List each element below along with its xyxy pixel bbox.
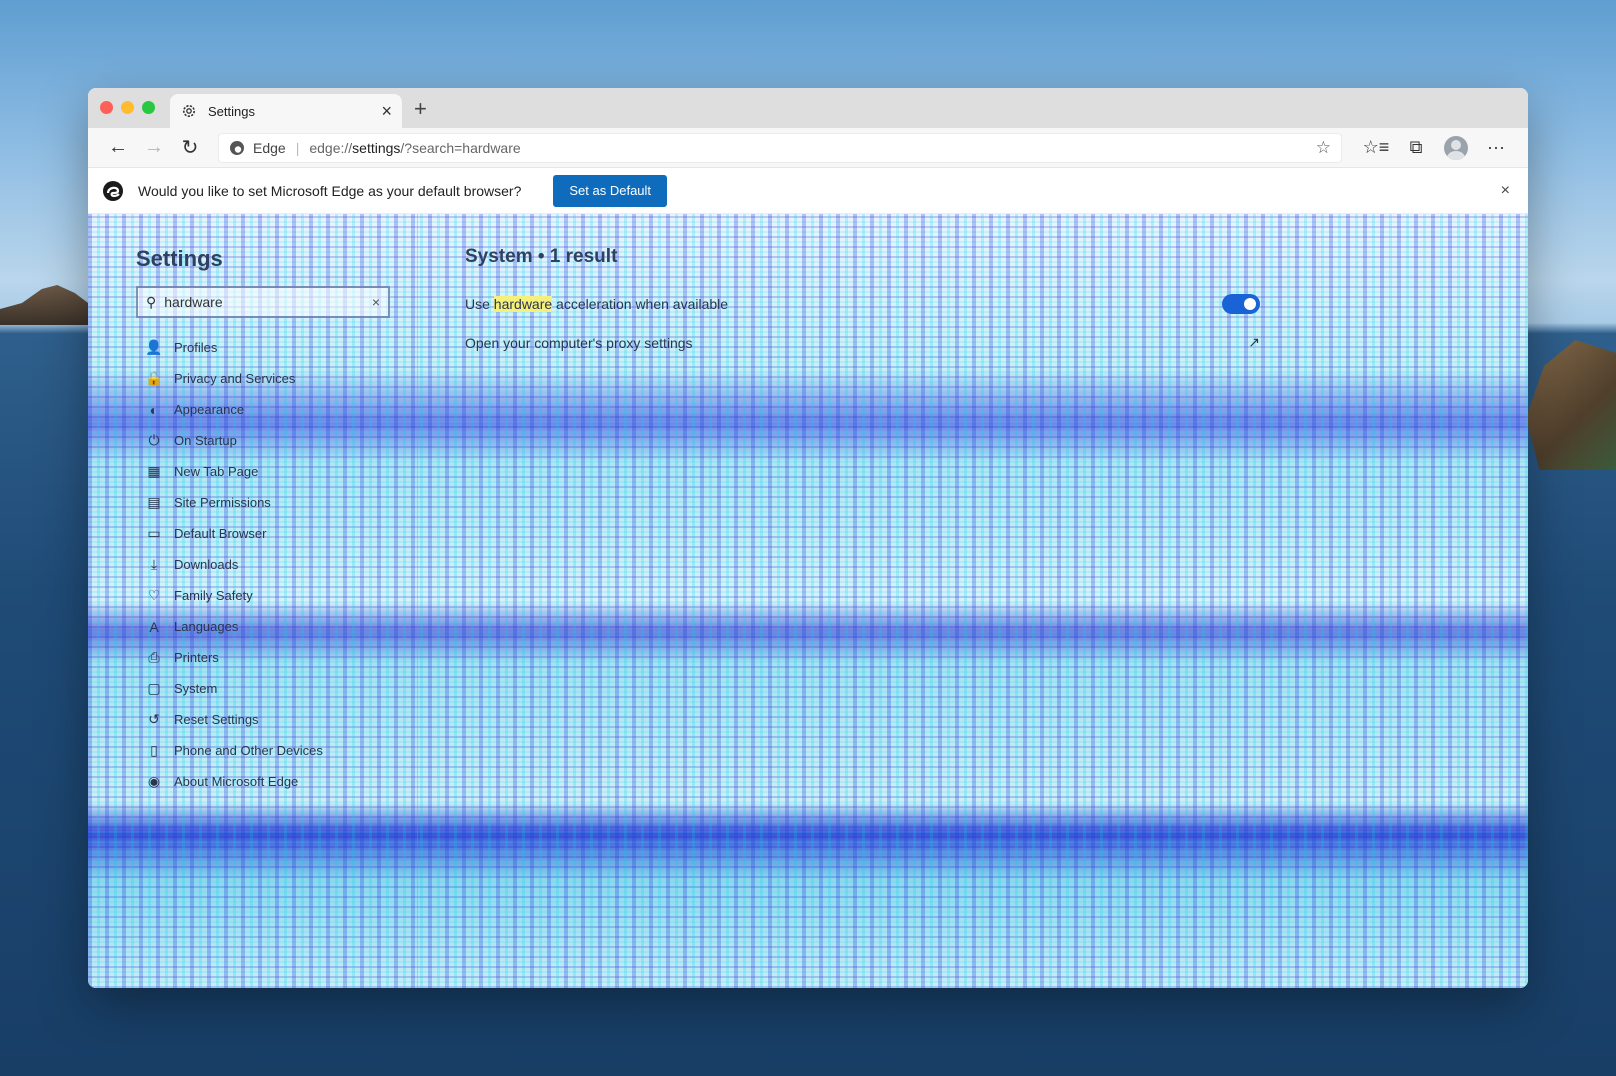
sidebar-item-label: Printers: [174, 650, 219, 665]
favorite-star-icon[interactable]: ☆: [1316, 138, 1331, 158]
sidebar-item-label: Reset Settings: [174, 712, 259, 727]
reset-icon: ↺: [148, 711, 160, 727]
grid-icon: ▦: [147, 463, 161, 479]
tab-strip: Settings × +: [88, 88, 1528, 128]
sidebar-item-system[interactable]: ▢ System: [144, 673, 323, 704]
avatar: [1444, 135, 1468, 160]
default-browser-infobar: Would you like to set Microsoft Edge as …: [88, 168, 1528, 214]
close-infobar-icon[interactable]: ×: [1501, 182, 1514, 200]
sidebar-item-on-startup[interactable]: ⏻ On Startup: [144, 425, 323, 456]
profile-icon: 👤: [145, 339, 163, 355]
sidebar-item-about-edge[interactable]: ◉ About Microsoft Edge: [144, 766, 323, 797]
edge-logo-icon: [102, 180, 124, 202]
sidebar-item-label: Privacy and Services: [174, 371, 296, 386]
new-tab-button[interactable]: +: [414, 96, 427, 128]
printer-icon: ⎙: [148, 649, 160, 665]
search-value: hardware: [164, 294, 223, 310]
sidebar-item-printers[interactable]: ⎙ Printers: [144, 642, 323, 673]
settings-sidebar: Settings ⚲ hardware × 👤 Profiles 🔒 Privacy…: [88, 214, 418, 988]
maximize-window-button[interactable]: [142, 101, 155, 114]
sidebar-item-reset-settings[interactable]: ↺ Reset Settings: [144, 704, 323, 735]
edge-logo-icon: [229, 140, 245, 156]
favorites-list-icon[interactable]: ☆≡: [1356, 132, 1396, 164]
sidebar-item-label: Family Safety: [174, 588, 253, 603]
settings-page: Settings ⚲ hardware × 👤 Profiles 🔒 Privacy…: [88, 214, 1528, 988]
back-button[interactable]: ←: [100, 132, 136, 164]
minimize-window-button[interactable]: [121, 101, 134, 114]
address-separator: |: [295, 139, 300, 156]
sidebar-item-phone-devices[interactable]: ▯ Phone and Other Devices: [144, 735, 323, 766]
site-label: Edge: [253, 139, 286, 156]
settings-nav: 👤 Profiles 🔒 Privacy and Services ◐ Appeara…: [144, 332, 323, 797]
sidebar-item-site-permissions[interactable]: ▤ Site Permissions: [144, 487, 323, 518]
family-icon: ♡: [147, 587, 161, 603]
collections-icon[interactable]: ⧉: [1396, 132, 1436, 164]
infobar-message: Would you like to set Microsoft Edge as …: [138, 182, 522, 199]
sidebar-item-label: Site Permissions: [174, 495, 271, 510]
system-icon: ▢: [147, 680, 161, 696]
search-icon: ⚲: [146, 293, 157, 310]
sidebar-item-label: System: [174, 681, 218, 696]
url-path: /?search=hardware: [400, 139, 521, 156]
proxy-settings-label: Open your computer's proxy settings: [465, 334, 693, 351]
sidebar-item-label: About Microsoft Edge: [174, 774, 299, 789]
address-toolbar: ← → ↻ Edge | edge://settings/?search=har…: [88, 128, 1528, 168]
edge-logo-icon: ◉: [147, 773, 161, 789]
refresh-button[interactable]: ↻: [172, 132, 208, 164]
profile-button[interactable]: [1436, 132, 1476, 164]
download-icon: ⤓: [150, 556, 158, 572]
browser-window: Settings × + ← → ↻ Edge | edge://setting…: [88, 88, 1528, 988]
hardware-acceleration-row: Use hardware acceleration when available: [465, 294, 1260, 314]
permissions-icon: ▤: [147, 494, 161, 510]
sidebar-item-family-safety[interactable]: ♡ Family Safety: [144, 580, 323, 611]
phone-icon: ▯: [150, 742, 158, 758]
sidebar-item-default-browser[interactable]: ▭ Default Browser: [144, 518, 323, 549]
forward-button[interactable]: →: [136, 132, 172, 164]
sidebar-item-languages[interactable]: A Languages: [144, 611, 323, 642]
sidebar-item-appearance[interactable]: ◐ Appearance: [144, 394, 323, 425]
settings-results: System • 1 result Use hardware accelerat…: [465, 214, 1528, 988]
lock-icon: 🔒: [145, 370, 163, 386]
palette-icon: ◐: [149, 401, 159, 418]
power-icon: ⏻: [148, 432, 160, 448]
hardware-acceleration-label: Use hardware acceleration when available: [465, 296, 1222, 312]
sidebar-item-label: Profiles: [174, 340, 218, 355]
address-bar[interactable]: Edge | edge://settings/?search=hardware …: [218, 132, 1342, 163]
proxy-settings-row[interactable]: Open your computer's proxy settings ↗: [465, 334, 1260, 351]
url-prefix: edge://: [309, 139, 353, 156]
sidebar-item-privacy[interactable]: 🔒 Privacy and Services: [144, 363, 323, 394]
external-link-icon[interactable]: ↗: [1248, 334, 1260, 351]
browser-icon: ▭: [147, 525, 161, 541]
page-title: Settings: [136, 246, 223, 271]
tab-title: Settings: [208, 103, 255, 119]
sidebar-item-label: Default Browser: [174, 526, 267, 541]
sidebar-item-profiles[interactable]: 👤 Profiles: [144, 332, 323, 363]
set-as-default-button[interactable]: Set as Default: [553, 174, 668, 207]
url-host: settings: [352, 139, 401, 156]
search-highlight: hardware: [493, 296, 553, 312]
gear-icon: [180, 102, 198, 120]
sidebar-item-label: On Startup: [174, 433, 237, 448]
clear-search-icon[interactable]: ×: [372, 294, 380, 310]
result-heading: System • 1 result: [465, 246, 618, 267]
sidebar-item-label: Appearance: [174, 402, 245, 417]
label-suffix: acceleration when available: [552, 296, 729, 312]
sidebar-item-downloads[interactable]: ⤓ Downloads: [144, 549, 323, 580]
sidebar-item-label: Phone and Other Devices: [174, 743, 323, 758]
sidebar-item-new-tab-page[interactable]: ▦ New Tab Page: [144, 456, 323, 487]
sidebar-item-label: New Tab Page: [174, 464, 259, 479]
search-input[interactable]: ⚲ hardware ×: [136, 286, 390, 318]
label-prefix: Use: [465, 296, 494, 312]
more-menu-icon[interactable]: ···: [1476, 132, 1516, 164]
sidebar-item-label: Languages: [174, 619, 239, 634]
sidebar-item-label: Downloads: [174, 557, 239, 572]
url-text: edge://settings/?search=hardware: [309, 140, 1315, 156]
window-controls: [100, 101, 155, 114]
close-window-button[interactable]: [100, 101, 113, 114]
hardware-acceleration-toggle[interactable]: [1222, 294, 1260, 314]
tab-settings[interactable]: Settings ×: [170, 94, 402, 128]
language-icon: A: [149, 618, 159, 635]
wallpaper-island-right: [1526, 340, 1616, 470]
close-tab-icon[interactable]: ×: [381, 102, 392, 120]
